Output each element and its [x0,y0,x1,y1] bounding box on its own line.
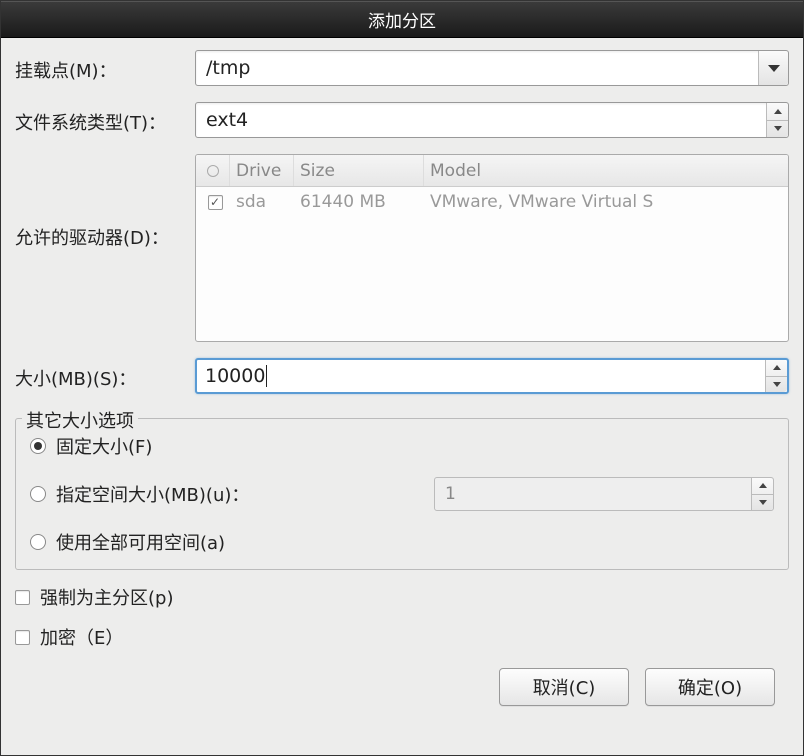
size-options-legend: 其它大小选项 [22,407,138,433]
fillup-spinner [751,478,773,510]
drive-row-drive: sda [232,192,296,212]
size-spinbox[interactable]: 10000 [195,358,789,394]
radio-fixed-size[interactable]: 固定大小(F) [30,433,774,459]
arrow-up-icon [774,109,782,114]
drive-row[interactable]: sda 61440 MB VMware, VMware Virtual S [196,187,788,217]
row-allowed-drives: 允许的驱动器(D)： Drive Size Model sda 61440 MB… [15,154,789,342]
size-value: 10000 [197,365,765,387]
arrow-up-icon [759,483,767,488]
fs-type-up[interactable] [767,103,788,121]
drive-table[interactable]: Drive Size Model sda 61440 MB VMware, VM… [195,154,789,342]
label-encrypt: 加密（E） [40,624,123,650]
fs-type-value: ext4 [196,109,766,131]
chevron-down-icon [768,65,780,72]
drive-row-checkbox[interactable] [208,195,223,210]
arrow-up-icon [773,365,781,370]
radio-fixed-label: 固定大小(F) [56,433,152,459]
fs-type-combo[interactable]: ext4 [195,102,789,138]
label-fs-type: 文件系统类型(T)： [15,105,195,135]
radio-all-space[interactable]: 使用全部可用空间(a) [30,529,774,555]
size-options-fieldset: 其它大小选项 固定大小(F) 指定空间大小(MB)(u)： 1 [15,418,789,570]
label-size: 大小(MB)(S)： [15,361,195,391]
radio-allspace-label: 使用全部可用空间(a) [56,529,225,555]
mount-point-value: /tmp [196,57,758,79]
mount-point-dropdown-button[interactable] [758,51,788,85]
dialog-content: 挂载点(M)： /tmp 文件系统类型(T)： ext4 [1,38,803,755]
drive-table-header: Drive Size Model [196,155,788,187]
checkbox-encrypt[interactable] [15,630,30,645]
radio-icon [207,165,219,177]
size-down[interactable] [766,377,787,393]
row-size: 大小(MB)(S)： 10000 [15,358,789,394]
drive-row-model: VMware, VMware Virtual S [426,192,788,212]
check-force-primary[interactable]: 强制为主分区(p) [15,584,789,610]
radio-fill-up-to[interactable]: 指定空间大小(MB)(u)： 1 [30,477,774,511]
cancel-button[interactable]: 取消(C) [499,668,629,706]
radio-fillup-label: 指定空间大小(MB)(u)： [56,481,249,507]
dialog-buttons: 取消(C) 确定(O) [15,650,789,722]
arrow-down-icon [773,382,781,387]
size-up[interactable] [766,360,787,377]
fs-type-spinner[interactable] [766,103,788,137]
drive-header-size[interactable]: Size [294,155,424,186]
row-fs-type: 文件系统类型(T)： ext4 [15,102,789,138]
drive-header-check[interactable] [196,155,230,186]
mount-point-combo[interactable]: /tmp [195,50,789,86]
size-spinner[interactable] [765,360,787,392]
radio-fixed[interactable] [30,438,46,454]
window-title: 添加分区 [1,1,803,38]
checkbox-primary[interactable] [15,590,30,605]
row-mount-point: 挂载点(M)： /tmp [15,50,789,86]
radio-allspace[interactable] [30,534,46,550]
fill-up-to-value: 1 [435,484,751,504]
text-cursor [266,365,267,387]
drive-row-size: 61440 MB [296,192,426,212]
fill-up-to-spinbox: 1 [434,477,774,511]
arrow-down-icon [774,126,782,131]
radio-fillup[interactable] [30,486,46,502]
label-force-primary: 强制为主分区(p) [40,584,173,610]
drive-header-model[interactable]: Model [424,155,788,186]
fs-type-down[interactable] [767,121,788,138]
label-allowed-drives: 允许的驱动器(D)： [15,154,195,250]
check-encrypt[interactable]: 加密（E） [15,624,789,650]
add-partition-dialog: 添加分区 挂载点(M)： /tmp 文件系统类型(T)： ext4 [0,0,804,756]
label-mount-point: 挂载点(M)： [15,53,195,83]
arrow-down-icon [759,500,767,505]
drive-header-drive[interactable]: Drive [230,155,294,186]
ok-button[interactable]: 确定(O) [645,668,775,706]
